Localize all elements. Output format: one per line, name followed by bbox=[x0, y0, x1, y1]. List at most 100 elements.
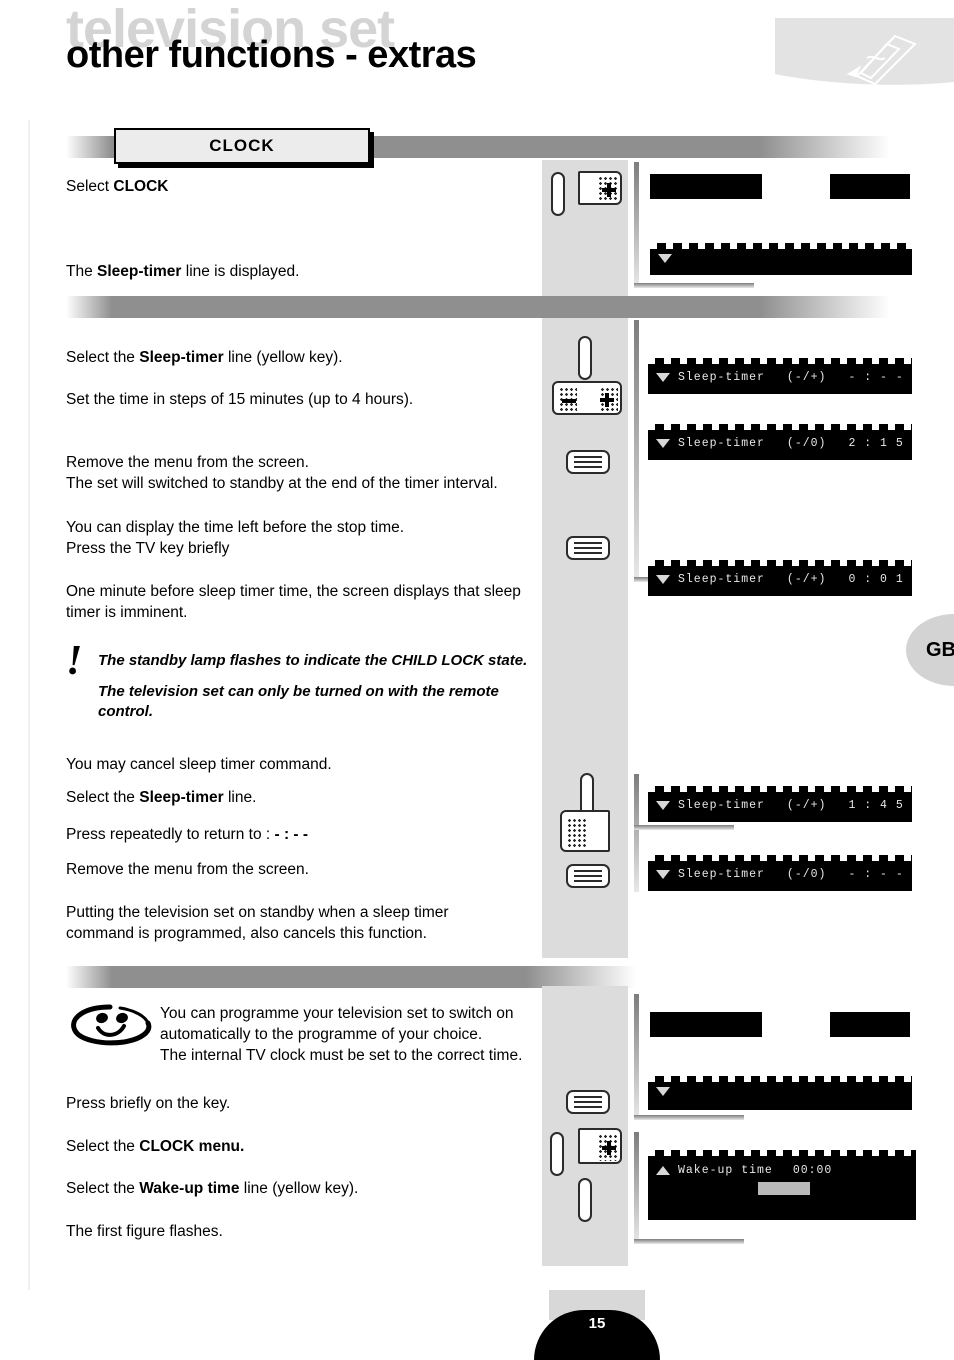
yellow-key-icon[interactable] bbox=[578, 336, 592, 380]
arrow-down-icon bbox=[656, 870, 670, 879]
yellow-key-icon-3[interactable] bbox=[578, 1178, 592, 1222]
text-fragment: Select the bbox=[66, 789, 140, 806]
menu-key-icon-1[interactable] bbox=[566, 450, 610, 474]
smiley-face-icon bbox=[68, 1004, 152, 1051]
text-bold-fragment: Sleep-timer bbox=[97, 263, 182, 280]
instruction-remove-menu-2: Remove the menu from the screen. bbox=[66, 861, 309, 878]
section-divider-bar-2 bbox=[66, 296, 890, 318]
osd-keys: (-/+) bbox=[786, 371, 827, 384]
text-fragment: Select the bbox=[66, 1138, 140, 1155]
standby-key-icon[interactable] bbox=[551, 172, 565, 216]
instruction-remove-menu-1: Remove the menu from the screen. bbox=[66, 454, 309, 471]
minus-plus-key-icon[interactable] bbox=[552, 381, 622, 415]
arrow-down-icon bbox=[656, 801, 670, 810]
tv-display-wakeup-time: Wake-up time 00:00 bbox=[648, 1150, 916, 1220]
osd-value: 2 : 1 5 bbox=[848, 437, 904, 450]
remote-control-outline-icon bbox=[775, 18, 954, 90]
section-tab-clock: CLOCK bbox=[114, 128, 370, 164]
instruction-select-clock-menu: Select the CLOCK menu. bbox=[66, 1136, 546, 1157]
osd-label: Sleep-timer bbox=[678, 799, 765, 812]
tv-display-menu-bar-2 bbox=[650, 1012, 910, 1037]
display-bracket bbox=[634, 774, 639, 892]
display-bracket bbox=[634, 1115, 744, 1120]
text-fragment: line (yellow key). bbox=[223, 349, 343, 366]
standby-key-icon-2[interactable] bbox=[550, 1132, 564, 1176]
section-tab-label: CLOCK bbox=[209, 136, 275, 155]
display-bracket bbox=[634, 825, 734, 830]
display-bracket bbox=[634, 283, 754, 288]
display-bracket bbox=[634, 1239, 744, 1244]
tip-line-1: You can programme your television set to… bbox=[160, 1005, 514, 1022]
key-column-clock bbox=[542, 160, 628, 300]
instruction-select-wakeup-line: Select the Wake-up time line (yellow key… bbox=[66, 1178, 546, 1199]
text-fragment: line. bbox=[223, 789, 257, 806]
tip-line-3: The internal TV clock must be set to the… bbox=[160, 1047, 523, 1064]
instruction-one-minute-before-2: timer is imminent. bbox=[66, 604, 188, 621]
instruction-select-sleep-timer-line-2: Select the Sleep-timer line. bbox=[66, 787, 546, 808]
left-margin-rule bbox=[28, 120, 30, 1290]
note-remote-only-2: control. bbox=[98, 703, 153, 720]
instruction-press-briefly: Press briefly on the key. bbox=[66, 1095, 231, 1112]
cursor-pad-key-icon[interactable] bbox=[578, 171, 622, 205]
text-fragment: menu. bbox=[194, 1138, 245, 1155]
instruction-cancel-sleep-timer: You may cancel sleep timer command. bbox=[66, 756, 332, 773]
menu-key-icon-4[interactable] bbox=[566, 1090, 610, 1114]
display-bracket bbox=[634, 320, 639, 582]
osd-dot-border bbox=[648, 786, 912, 792]
instruction-sleep-timer-displayed: The Sleep-timer line is displayed. bbox=[66, 261, 546, 282]
page-title: other functions - extras bbox=[66, 34, 477, 76]
osd-dot-border bbox=[648, 1150, 916, 1156]
osd-dot-border bbox=[648, 560, 912, 566]
instruction-standby-cancels-1: Putting the television set on standby wh… bbox=[66, 904, 449, 921]
osd-value: - : - - bbox=[848, 868, 904, 881]
exclamation-icon: ! bbox=[66, 638, 83, 684]
language-tab-label: GB bbox=[926, 638, 954, 661]
text-fragment: line (yellow key). bbox=[239, 1180, 359, 1197]
note-remote-only-1: The television set can only be turned on… bbox=[98, 683, 499, 700]
cursor-pad-key-icon-2[interactable] bbox=[560, 810, 610, 852]
text-fragment: Press repeatedly to return to : bbox=[66, 826, 275, 843]
text-fragment: The bbox=[66, 263, 98, 280]
osd-keys: (-/0) bbox=[786, 437, 827, 450]
arrow-down-icon bbox=[656, 1087, 670, 1096]
osd-label: Sleep-timer bbox=[678, 437, 765, 450]
page-header: television set other functions - extras bbox=[0, 0, 954, 118]
osd-value: - : - - bbox=[848, 371, 904, 384]
display-bracket bbox=[634, 1132, 639, 1244]
instruction-standby-at-end: The set will switched to standby at the … bbox=[66, 475, 498, 492]
instruction-standby-cancels-2: command is programmed, also cancels this… bbox=[66, 925, 427, 942]
osd-label: Sleep-timer bbox=[678, 371, 765, 384]
osd-dot-border bbox=[648, 424, 912, 430]
osd-label: Sleep-timer bbox=[678, 868, 765, 881]
osd-value: 1 : 4 5 bbox=[848, 799, 904, 812]
menu-key-icon-3[interactable] bbox=[566, 864, 610, 888]
arrow-down-icon bbox=[656, 439, 670, 448]
note-child-lock: The standby lamp flashes to indicate the… bbox=[98, 652, 528, 669]
osd-keys: (-/+) bbox=[786, 573, 827, 586]
tip-line-2: automatically to the programme of your c… bbox=[160, 1026, 483, 1043]
text-bold-fragment: Wake-up time bbox=[139, 1180, 240, 1197]
menu-key-icon-2[interactable] bbox=[566, 536, 610, 560]
text-bold-fragment: - : - - bbox=[274, 826, 309, 843]
tv-display-sleep-timer-empty: Sleep-timer (-/+) - : - - bbox=[648, 358, 912, 394]
instruction-display-time-left: You can display the time left before the… bbox=[66, 519, 405, 536]
tv-display-osd-1 bbox=[650, 243, 912, 275]
instruction-select-sleep-timer-line: Select the Sleep-timer line (yellow key)… bbox=[66, 347, 546, 368]
osd-label: Wake-up time bbox=[678, 1164, 773, 1177]
text-fragment: Select the bbox=[66, 1180, 140, 1197]
cursor-pad-key-icon-3[interactable] bbox=[578, 1128, 622, 1164]
arrow-down-icon bbox=[656, 575, 670, 584]
text-bold-fragment: Sleep-timer bbox=[139, 789, 224, 806]
text-fragment: line is displayed. bbox=[181, 263, 300, 280]
display-bracket bbox=[634, 162, 639, 288]
osd-keys: (-/+) bbox=[786, 799, 827, 812]
menu-highlight bbox=[762, 174, 830, 199]
menu-highlight bbox=[762, 1012, 830, 1037]
tv-display-sleep-timer-215: Sleep-timer (-/0) 2 : 1 5 bbox=[648, 424, 912, 460]
key-column-wakeup bbox=[542, 986, 628, 1266]
arrow-down-icon bbox=[656, 373, 670, 382]
text-bold-fragment: Sleep-timer bbox=[139, 349, 224, 366]
text-bold-fragment: CLOCK bbox=[113, 178, 169, 195]
instruction-set-time-steps: Set the time in steps of 15 minutes (up … bbox=[66, 391, 414, 408]
key-column-sleep-timer bbox=[542, 318, 628, 958]
